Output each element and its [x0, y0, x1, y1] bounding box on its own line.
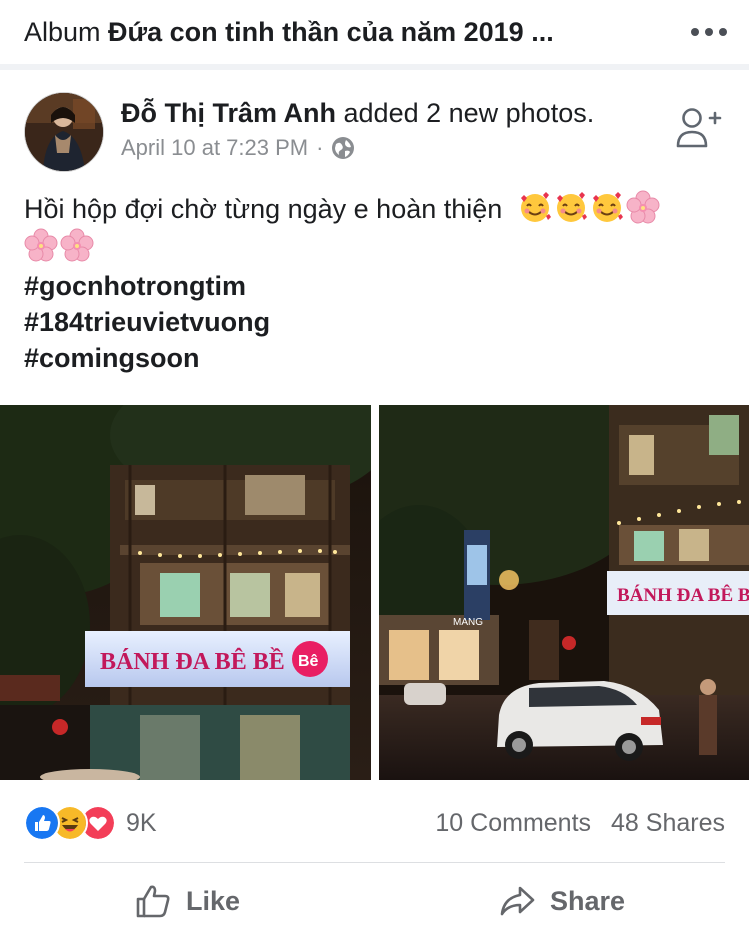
post-message: Hồi hộp đợi chờ từng ngày e hoàn thiện: [24, 194, 503, 224]
photo-sign-text: BÁNH ĐA BÊ B: [617, 584, 749, 606]
meta-separator: ·: [316, 135, 324, 160]
cherry-blossom-icon: [24, 228, 58, 262]
post-meta: April 10 at 7:23 PM ·: [121, 134, 355, 162]
photo-grid: BÁNH ĐA BÊ BỀ Bê BÁNH ĐA BÊ B MANG: [0, 405, 749, 780]
like-label: Like: [186, 885, 241, 916]
more-horizontal-icon[interactable]: [691, 24, 727, 40]
smiling-face-with-hearts-icon: [520, 192, 551, 222]
post-actions: Like Share: [0, 863, 749, 939]
author-name[interactable]: Đỗ Thị Trâm Anh: [121, 98, 336, 128]
like-icon: [24, 805, 60, 841]
smiling-face-with-hearts-icon: [556, 192, 587, 222]
hashtag-link[interactable]: #comingsoon: [24, 340, 724, 376]
share-label: Share: [550, 885, 626, 916]
shares-count[interactable]: 48 Shares: [611, 809, 725, 838]
avatar[interactable]: [24, 92, 104, 172]
divider: [0, 64, 749, 70]
album-title[interactable]: Album Đứa con tinh thần của năm 2019 ...: [24, 16, 644, 48]
album-name: Đứa con tinh thần của năm 2019 ...: [108, 17, 554, 47]
reaction-icons: [24, 805, 116, 841]
post-text-line-1: Hồi hộp đợi chờ từng ngày e hoàn thiện: [24, 190, 724, 228]
globe-icon[interactable]: [331, 136, 355, 160]
photo-side-text: MANG: [453, 617, 483, 628]
smiling-face-with-hearts-icon: [592, 192, 623, 222]
emoji-row-2: [24, 228, 94, 262]
photo-logo-text: Bê: [298, 653, 319, 670]
engagement-counts: 10 Comments 48 Shares: [435, 805, 725, 841]
hashtag-link[interactable]: #gocnhotrongtim: [24, 268, 724, 304]
post-action: added 2 new photos.: [343, 98, 595, 128]
post-text: Hồi hộp đợi chờ từng ngày e hoàn thiện #…: [24, 190, 724, 376]
album-prefix: Album: [24, 17, 101, 47]
comments-count[interactable]: 10 Comments: [435, 809, 591, 838]
post-text-line-2: [24, 228, 724, 268]
post-timestamp[interactable]: April 10 at 7:23 PM: [121, 134, 308, 162]
reaction-count: 9K: [126, 808, 157, 837]
hashtag-link[interactable]: #184trieuvietvuong: [24, 304, 724, 340]
cherry-blossom-icon: [60, 228, 94, 262]
album-header: Album Đứa con tinh thần của năm 2019 ...: [0, 0, 749, 65]
thumbs-up-icon: [136, 885, 170, 918]
post-author-line: Đỗ Thị Trâm Anh added 2 new photos.: [121, 97, 594, 129]
cherry-blossom-icon: [626, 190, 660, 224]
post-photo-2[interactable]: BÁNH ĐA BÊ B MANG: [379, 405, 749, 780]
add-friend-icon[interactable]: [674, 104, 724, 150]
emoji-row-1: [518, 190, 660, 224]
share-button[interactable]: Share: [498, 881, 625, 921]
share-arrow-icon: [500, 886, 535, 916]
reaction-summary[interactable]: 9K: [24, 805, 157, 841]
photo-sign-text: BÁNH ĐA BÊ BỀ: [100, 648, 285, 675]
post-photo-1[interactable]: BÁNH ĐA BÊ BỀ Bê: [0, 405, 371, 780]
like-button[interactable]: Like: [134, 881, 240, 921]
